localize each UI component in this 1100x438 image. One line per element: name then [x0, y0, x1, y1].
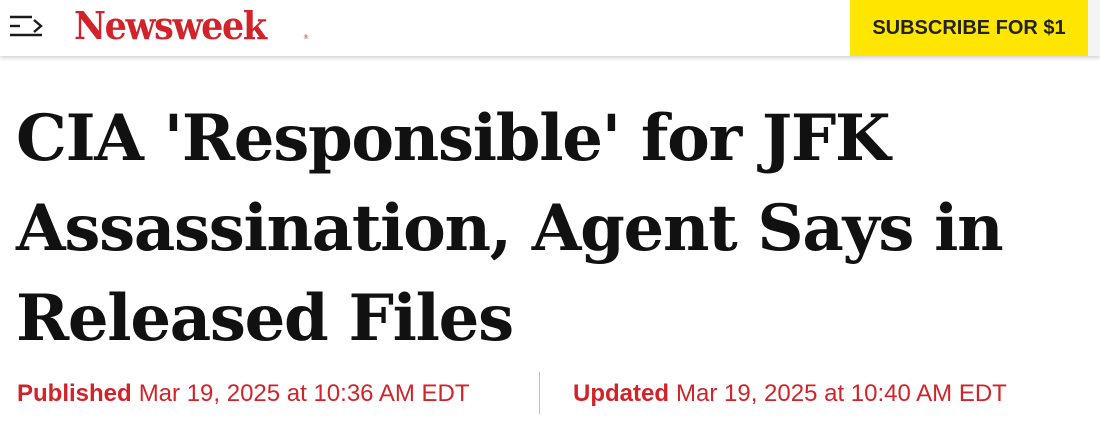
top-navigation-bar: Newsweek ® SUBSCRIBE FOR $1 — [0, 0, 1100, 56]
registered-mark: ® — [303, 34, 309, 41]
menu-arrow-icon[interactable] — [8, 10, 46, 42]
updated-timestamp: Updated Mar 19, 2025 at 10:40 AM EDT — [573, 372, 1007, 416]
newsweek-logo[interactable]: Newsweek — [74, 0, 267, 54]
subscribe-button[interactable]: SUBSCRIBE FOR $1 — [850, 0, 1088, 56]
page: Newsweek ® SUBSCRIBE FOR $1 CIA 'Respons… — [0, 0, 1100, 438]
updated-date: Mar 19, 2025 at 10:40 AM EDT — [676, 380, 1007, 407]
published-date: Mar 19, 2025 at 10:36 AM EDT — [138, 380, 470, 407]
published-label: Published — [17, 380, 132, 407]
article-headline: CIA 'Responsible' for JFK Assassination,… — [16, 101, 1004, 356]
meta-divider — [539, 372, 540, 414]
header-edge — [1088, 0, 1100, 56]
updated-label: Updated — [573, 380, 669, 407]
published-timestamp: Published Mar 19, 2025 at 10:36 AM EDT — [17, 372, 470, 416]
